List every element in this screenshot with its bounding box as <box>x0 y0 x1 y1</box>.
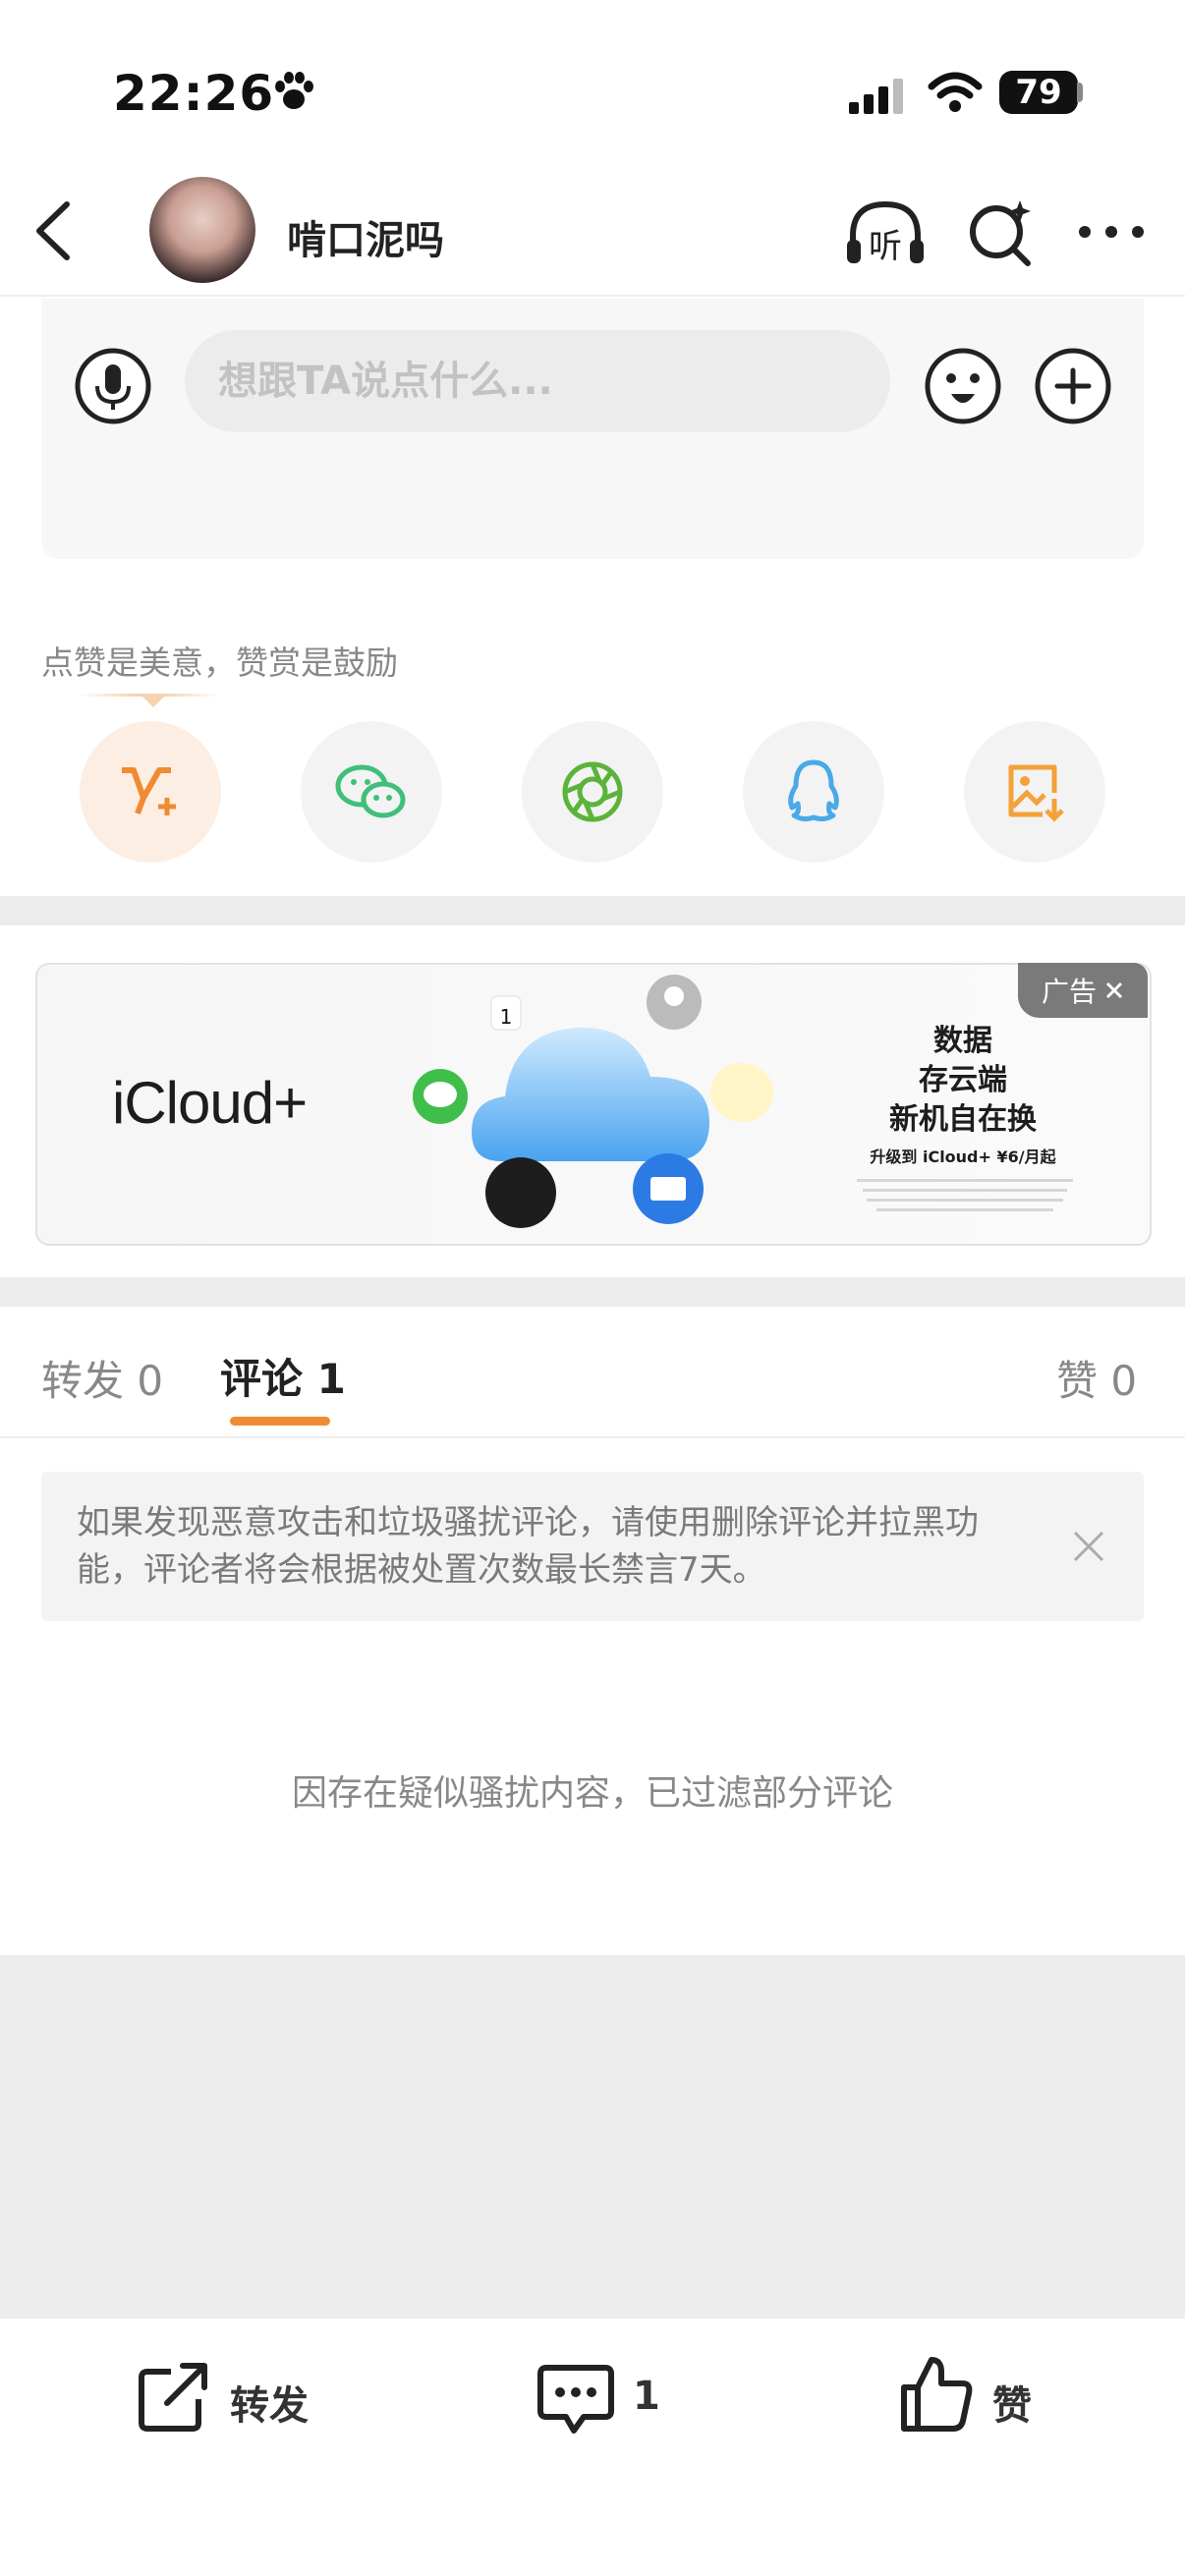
tab-indicator <box>230 1417 330 1426</box>
cloud-icon: 1 <box>413 975 773 1228</box>
filtered-notice: 因存在疑似骚扰内容，已过滤部分评论 <box>291 1773 893 1814</box>
avatar[interactable] <box>149 177 255 283</box>
ad-badge[interactable]: 广告 <box>1018 963 1148 1018</box>
close-icon[interactable] <box>1069 1527 1108 1566</box>
like-icon[interactable] <box>898 2354 977 2435</box>
share-moments[interactable] <box>522 721 663 863</box>
wechat-icon <box>335 764 406 818</box>
tab-repost[interactable]: 转发 0 <box>41 1348 163 1408</box>
ad-line3: 新机自在换 <box>889 1102 1037 1137</box>
share-wechat[interactable] <box>301 721 442 863</box>
passwords-icon <box>485 1157 556 1228</box>
comment-icon[interactable] <box>536 2360 615 2438</box>
svg-text:1: 1 <box>500 1005 513 1029</box>
ad-line2: 存云端 <box>919 1063 1007 1097</box>
section-divider <box>0 1277 1185 1307</box>
emoji-icon[interactable] <box>924 347 1002 425</box>
status-time: 22:26 <box>113 65 275 122</box>
comment-count[interactable]: 1 <box>633 2374 660 2419</box>
section-divider <box>0 896 1185 925</box>
close-icon[interactable] <box>1104 980 1124 1000</box>
share-save-image[interactable] <box>964 721 1105 863</box>
battery-cap <box>1077 83 1083 102</box>
more-icon[interactable] <box>1077 222 1146 242</box>
weibo-v-plus-icon <box>122 767 176 815</box>
listen-glyph: 听 <box>869 227 902 266</box>
battery-icon: 79 <box>999 71 1078 114</box>
share-qq[interactable] <box>743 721 884 863</box>
ad-brand: iCloud+ <box>112 1070 308 1136</box>
save-image-icon <box>1008 764 1064 822</box>
mic-icon[interactable] <box>74 347 152 425</box>
wifi-icon <box>928 72 983 112</box>
tab-bar <box>0 1309 1185 1438</box>
notes-icon <box>710 1063 773 1122</box>
ad-badge-label: 广告 <box>1041 976 1097 1008</box>
comment-input[interactable] <box>185 330 890 432</box>
listen-icon[interactable]: 听 <box>843 196 928 269</box>
qq-icon <box>788 759 839 822</box>
repost-icon[interactable] <box>136 2360 214 2435</box>
signal-icon <box>849 79 903 114</box>
username[interactable]: 啃口泥吗 <box>287 208 444 265</box>
ad-line4: 升级到 iCloud+ ¥6/月起 <box>870 1148 1056 1166</box>
bottom-bar <box>0 2319 1185 2576</box>
tip-caret <box>140 694 167 707</box>
ad-line1: 数据 <box>933 1024 992 1058</box>
like-label[interactable]: 赞 <box>992 2374 1032 2431</box>
tab-comment[interactable]: 评论 1 <box>220 1346 346 1406</box>
repost-label[interactable]: 转发 <box>230 2374 309 2431</box>
tab-like[interactable]: 赞 0 <box>1056 1348 1137 1408</box>
moments-icon <box>562 761 623 822</box>
share-tip: 点赞是美意，赞赏是鼓励 <box>41 644 398 682</box>
back-icon[interactable] <box>28 196 77 265</box>
search-icon[interactable] <box>965 196 1038 269</box>
ad-fine-print <box>857 1179 1073 1211</box>
empty-area <box>0 1955 1185 2319</box>
notice-text: 如果发现恶意攻击和垃圾骚扰评论，请使用删除评论并拉黑功能，评论者将会根据被处置次… <box>77 1503 979 1590</box>
share-weibo-v-plus[interactable] <box>80 721 221 863</box>
paw-icon <box>275 72 313 109</box>
plus-icon[interactable] <box>1034 347 1112 425</box>
